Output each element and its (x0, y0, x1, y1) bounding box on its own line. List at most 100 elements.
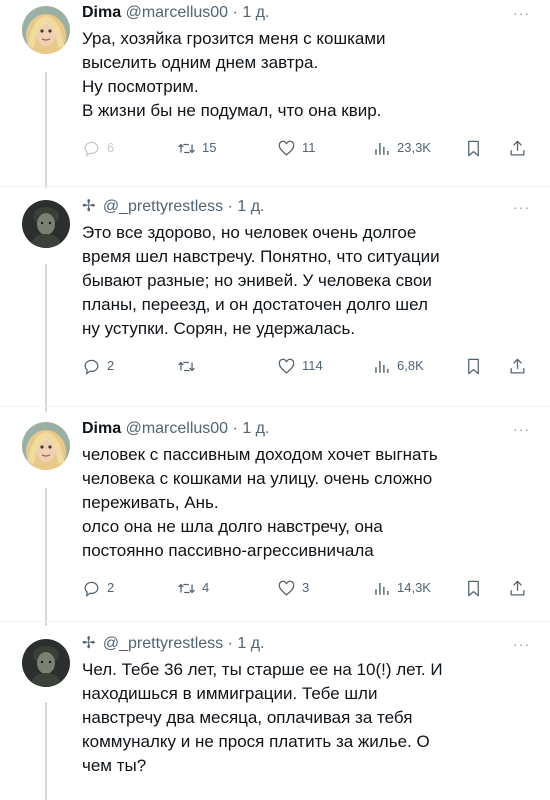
tweet[interactable]: Dima @marcellus00 · 1 д. ··· человек с п… (0, 410, 550, 620)
separator-dot: · (227, 198, 233, 215)
bookmark-button[interactable] (464, 577, 483, 599)
share-button[interactable] (508, 577, 527, 599)
reply-button[interactable]: 2 (82, 577, 114, 599)
bookmark-button[interactable] (464, 137, 483, 159)
like-count: 114 (302, 358, 323, 373)
tweet-text-line: человека с кошками на улицу. очень сложн… (82, 469, 433, 488)
share-button[interactable] (508, 355, 527, 377)
views-count: 6,8K (397, 358, 424, 373)
heart-icon (278, 580, 295, 596)
avatar[interactable] (22, 6, 70, 54)
more-options-icon[interactable]: ··· (513, 196, 530, 218)
avatar[interactable] (22, 422, 70, 470)
tweet-header: Dima @marcellus00 · 1 д. ··· (82, 2, 530, 24)
retweet-icon (178, 143, 195, 153)
tweet-text-line: Ну посмотрим. (82, 77, 199, 96)
tweet-text-line: Чел. Тебе 36 лет, ты старше ее на 10(!) … (82, 660, 443, 679)
tweet-header: Dima @marcellus00 · 1 д. ··· (82, 418, 530, 440)
more-options-icon[interactable]: ··· (513, 633, 530, 655)
heart-icon (278, 358, 295, 374)
tweet[interactable]: Dima @marcellus00 · 1 д. ··· Ура, хозяйк… (0, 0, 550, 185)
tweet-thread: Dima @marcellus00 · 1 д. ··· Ура, хозяйк… (0, 0, 550, 800)
tweet-text-line: переживать, Ань. (82, 493, 219, 512)
separator-dot: · (232, 420, 238, 437)
tweet-header: ✢ @_prettyrestless · 1 д. ··· (82, 633, 530, 655)
tweet-time[interactable]: 1 д. (237, 635, 264, 652)
tweet-text-line: коммуналку и не прося платить за жилье. … (82, 732, 430, 751)
bookmark-button[interactable] (464, 355, 483, 377)
more-options-icon[interactable]: ··· (513, 418, 530, 440)
retweet-button[interactable]: 15 (177, 137, 216, 159)
reply-count: 2 (107, 358, 115, 373)
bookmark-icon (468, 580, 479, 596)
heart-icon (278, 140, 295, 156)
retweet-count: 4 (202, 580, 210, 595)
retweet-button[interactable]: 4 (177, 577, 209, 599)
author-symbol: ✢ (82, 198, 96, 215)
author-handle[interactable]: @_prettyrestless (103, 635, 223, 652)
avatar[interactable] (22, 200, 70, 248)
tweet[interactable]: ✢ @_prettyrestless · 1 д. ··· Это все зд… (0, 190, 550, 405)
tweet-text-line: Ура, хозяйка грозится меня с кошками (82, 29, 386, 48)
views-icon (375, 142, 389, 155)
share-icon (510, 580, 525, 595)
avatar[interactable] (22, 639, 70, 687)
author-name[interactable]: Dima (82, 420, 121, 437)
views-button[interactable]: 23,3K (372, 137, 431, 159)
tweet-text: человек с пассивным доходом хочет выгнат… (82, 443, 530, 563)
tweet-text-line: навстречу два месяца, оплачивая за тебя (82, 708, 413, 727)
tweet-header: ✢ @_prettyrestless · 1 д. ··· (82, 196, 530, 218)
retweet-icon (178, 583, 195, 593)
retweet-count: 15 (202, 140, 217, 155)
reply-button[interactable]: 2 (82, 355, 114, 377)
tweet-actions: 2 4 3 14,3K (82, 577, 530, 599)
tweet-text: Чел. Тебе 36 лет, ты старше ее на 10(!) … (82, 658, 530, 778)
tweet-text-line: планы, переезд, и он достаточен долго ше… (82, 295, 428, 314)
tweet-text-line: В жизни бы не подумал, что она квир. (82, 101, 382, 120)
tweet-divider (0, 621, 550, 622)
reply-count: 6 (107, 140, 115, 155)
tweet-text-line: время шел навстречу. Понятно, что ситуац… (82, 247, 440, 266)
tweet-text-line: Это все здорово, но человек очень долгое (82, 223, 417, 242)
tweet-time[interactable]: 1 д. (242, 4, 269, 21)
reply-icon (84, 359, 99, 375)
separator-dot: · (232, 4, 238, 21)
tweet[interactable]: ✢ @_prettyrestless · 1 д. ··· Чел. Тебе … (0, 625, 550, 800)
bookmark-icon (468, 358, 479, 374)
author-name[interactable]: Dima (82, 4, 121, 21)
like-button[interactable]: 114 (277, 355, 323, 377)
views-button[interactable]: 14,3K (372, 577, 431, 599)
author-handle[interactable]: @marcellus00 (126, 420, 229, 437)
views-button[interactable]: 6,8K (372, 355, 424, 377)
tweet-text-line: выселить одним днем завтра. (82, 53, 319, 72)
tweet-text-line: олсо она не шла долго навстречу, она (82, 517, 383, 536)
tweet-time[interactable]: 1 д. (237, 198, 264, 215)
more-options-icon[interactable]: ··· (513, 2, 530, 24)
author-symbol: ✢ (82, 635, 96, 652)
like-count: 11 (302, 140, 316, 155)
views-icon (375, 582, 389, 595)
tweet-actions: 6 15 11 23,3K (82, 137, 530, 159)
retweet-icon (178, 361, 195, 371)
share-button[interactable] (508, 137, 527, 159)
author-handle[interactable]: @_prettyrestless (103, 198, 223, 215)
reply-button[interactable]: 6 (82, 137, 114, 159)
like-button[interactable]: 11 (277, 137, 316, 159)
tweet-divider (0, 186, 550, 187)
views-icon (375, 360, 389, 373)
retweet-button[interactable] (177, 355, 202, 377)
tweet-text-line: находишься в иммиграции. Тебе шли (82, 684, 378, 703)
reply-count: 2 (107, 580, 115, 595)
tweet-text-line: человек с пассивным доходом хочет выгнат… (82, 445, 438, 464)
tweet-time[interactable]: 1 д. (242, 420, 269, 437)
share-icon (510, 140, 525, 155)
tweet-text: Ура, хозяйка грозится меня с кошками выс… (82, 27, 530, 123)
tweet-actions: 2 114 6,8K (82, 355, 530, 377)
like-button[interactable]: 3 (277, 577, 309, 599)
views-count: 14,3K (397, 580, 431, 595)
tweet-text-line: чем ты? (82, 756, 147, 775)
author-handle[interactable]: @marcellus00 (126, 4, 229, 21)
reply-icon (84, 581, 99, 597)
bookmark-icon (468, 140, 479, 156)
share-icon (510, 358, 525, 373)
